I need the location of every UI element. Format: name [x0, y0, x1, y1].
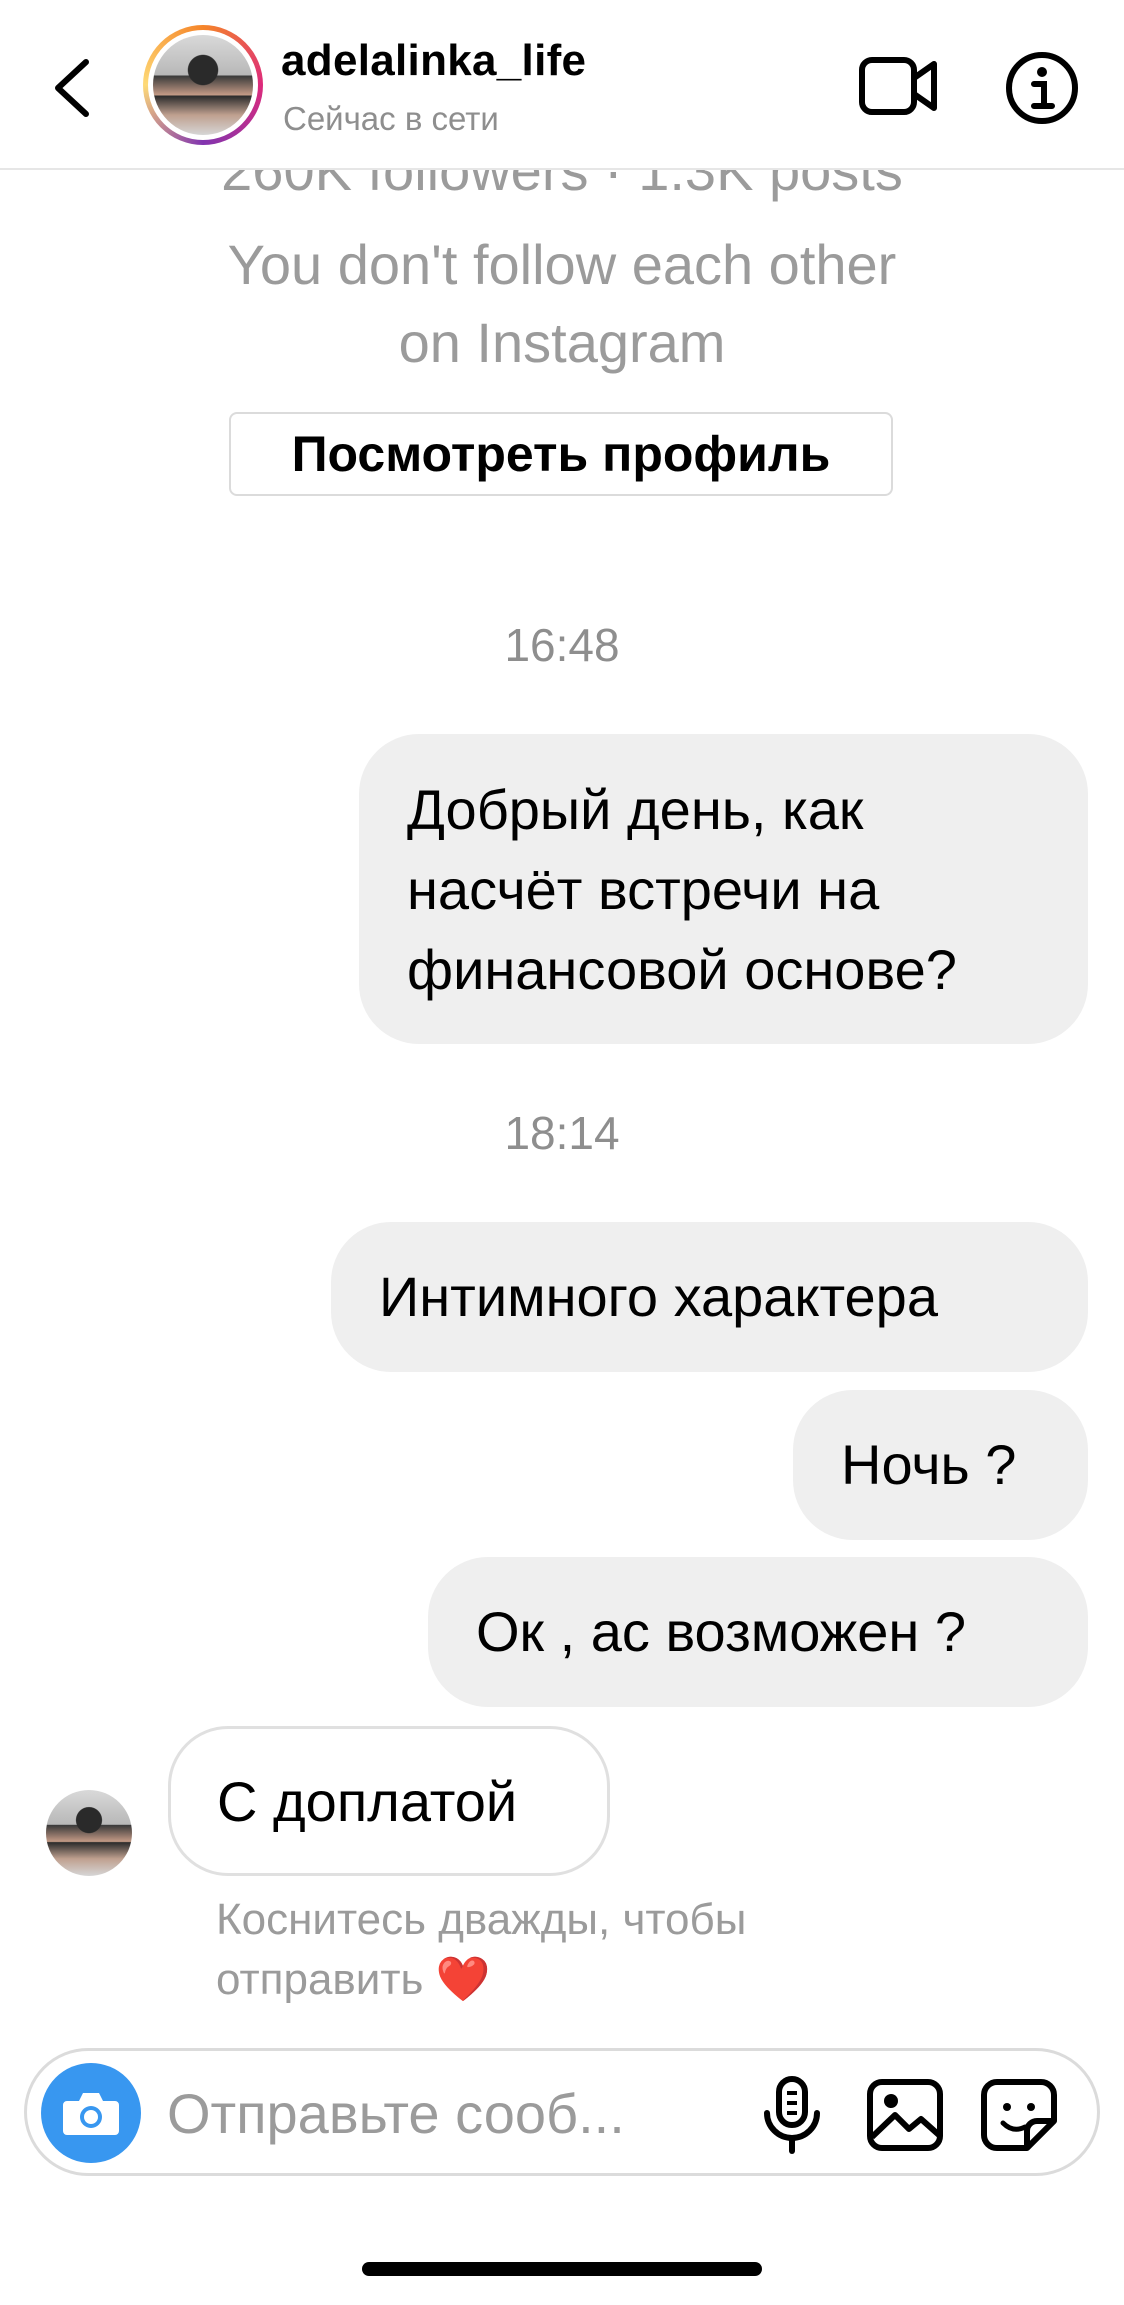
video-call-button[interactable] [858, 50, 940, 122]
info-button[interactable] [1004, 50, 1080, 126]
profile-avatar[interactable] [143, 25, 263, 145]
timestamp: 18:14 [504, 1107, 620, 1159]
message-line: финансовой основе? [407, 938, 957, 1001]
message-text: С доплатой [217, 1769, 518, 1833]
heart-icon: ❤️ [435, 1955, 491, 2004]
hint-line-1: Коснитесь дважды, чтобы [216, 1895, 747, 1944]
camera-button[interactable] [41, 2063, 141, 2163]
incoming-message[interactable]: С доплатой [168, 1726, 610, 1876]
hint-line-2: отправить ❤️ [216, 1955, 491, 2004]
sticker-button[interactable] [979, 2077, 1059, 2153]
video-camera-icon [859, 57, 937, 115]
back-button[interactable] [42, 48, 102, 128]
outgoing-message[interactable]: Добрый день, как насчёт встречи на финан… [359, 734, 1088, 1044]
chevron-left-icon [55, 59, 89, 117]
message-text: Ок , ас возможен ? [476, 1600, 966, 1663]
message-line: Добрый день, как [407, 778, 864, 841]
message-text: Ночь ? [841, 1433, 1017, 1496]
follow-note-line-2: on Instagram [398, 311, 726, 374]
message-line: насчёт встречи на [407, 858, 880, 921]
message-text: Интимного характера [379, 1265, 938, 1328]
outgoing-message[interactable]: Ок , ас возможен ? [428, 1557, 1088, 1707]
double-tap-hint[interactable]: Коснитесь дважды, чтобы отправить ❤️ [216, 1890, 746, 2010]
message-composer [24, 2048, 1100, 2176]
camera-icon [63, 2093, 119, 2135]
chat-header: adelalinka_life Сейчас в сети [0, 0, 1124, 170]
online-status: Сейчас в сети [283, 100, 499, 137]
home-indicator[interactable] [362, 2262, 762, 2276]
timestamp: 16:48 [504, 619, 620, 671]
gallery-button[interactable] [865, 2077, 945, 2153]
view-profile-button[interactable]: Посмотреть профиль [229, 412, 893, 496]
voice-message-button[interactable] [757, 2075, 827, 2155]
message-input[interactable] [167, 2075, 727, 2151]
dm-thread-screen: adelalinka_life Сейчас в сети 260K follo… [0, 0, 1124, 2305]
outgoing-message[interactable]: Интимного характера [331, 1222, 1088, 1372]
outgoing-message[interactable]: Ночь ? [793, 1390, 1088, 1540]
follow-note-line-1: You don't follow each other [227, 233, 897, 296]
avatar-image [153, 35, 253, 135]
image-icon [867, 2079, 943, 2151]
chat-username[interactable]: adelalinka_life [281, 36, 586, 86]
microphone-icon [764, 2076, 820, 2154]
info-icon [1006, 52, 1078, 124]
sticker-icon [981, 2079, 1057, 2151]
sender-avatar[interactable] [46, 1790, 132, 1876]
follow-status-note: You don't follow each other on Instagram [0, 226, 1124, 382]
